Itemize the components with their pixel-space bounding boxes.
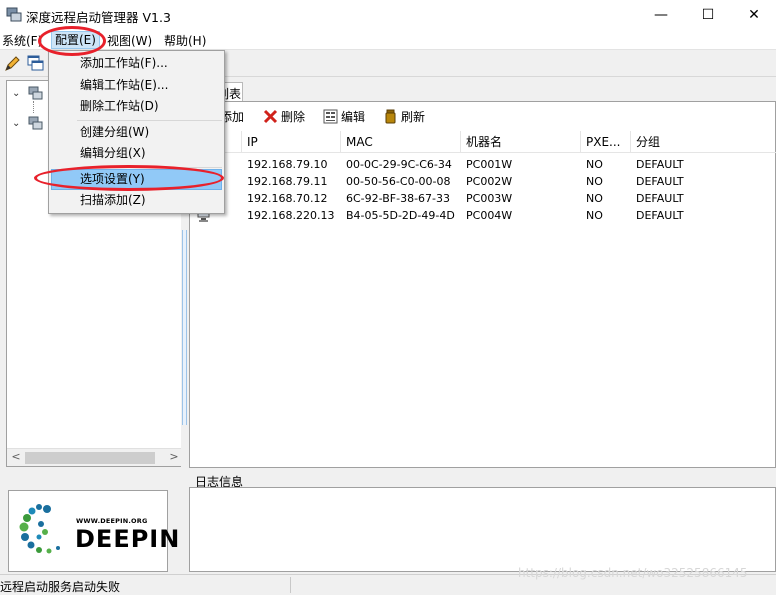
refresh-label: 刷新 (401, 110, 426, 124)
chevron-down-icon[interactable]: ⌄ (12, 118, 24, 130)
table-row[interactable]: 192.168.70.12 6C-92-BF-38-67-33 PC003W N… (190, 190, 776, 207)
title-bar: 深度远程启动管理器 V1.3 — ☐ ✕ (0, 0, 776, 30)
cell-pxe: NO (586, 158, 603, 171)
cell-name: PC002W (466, 175, 513, 188)
table-row[interactable]: 192.168.220.13 B4-05-5D-2D-49-4D PC004W … (190, 207, 776, 224)
menu-item-add-workstation[interactable]: 添加工作站(F)... (80, 53, 168, 74)
table-row[interactable]: 192.168.79.10 00-0C-29-9C-C6-34 PC001W N… (190, 156, 776, 173)
menu-system[interactable]: 系统(F) (2, 32, 42, 49)
menu-item-delete-workstation[interactable]: 删除工作站(D) (80, 96, 159, 117)
edit-form-icon (323, 109, 338, 124)
column-header-ip[interactable]: IP (242, 131, 341, 153)
scrollbar-thumb[interactable] (25, 452, 155, 464)
minimize-button[interactable]: — (638, 0, 684, 30)
cell-name: PC003W (466, 192, 513, 205)
column-header-pxe[interactable]: PXE... (581, 131, 631, 153)
delete-button[interactable]: 删除 (263, 108, 305, 126)
status-text: 远程启动服务启动失败 (0, 580, 121, 594)
cell-group: DEFAULT (636, 209, 684, 222)
splitter-grip[interactable] (182, 230, 187, 425)
cell-pxe: NO (586, 209, 603, 222)
logo-name: DEEPIN (75, 525, 181, 553)
menu-item-scan-add[interactable]: 扫描添加(Z) (80, 190, 146, 211)
cell-group: DEFAULT (636, 192, 684, 205)
menu-item-edit-group[interactable]: 编辑分组(X) (80, 143, 146, 164)
cell-mac: 00-0C-29-9C-C6-34 (346, 158, 452, 171)
edit-label: 编辑 (341, 110, 366, 124)
delete-x-icon (263, 109, 278, 124)
window-title: 深度远程启动管理器 V1.3 (26, 10, 171, 25)
table-row[interactable]: 192.168.79.11 00-50-56-C0-00-08 PC002W N… (190, 173, 776, 190)
list-toolbar: 添加 删除 编辑 刷新 (190, 102, 776, 130)
delete-label: 删除 (281, 110, 306, 124)
refresh-jar-icon (385, 109, 396, 124)
cell-name: PC001W (466, 158, 513, 171)
computer-group-icon[interactable] (27, 85, 43, 101)
cell-ip: 192.168.79.10 (247, 158, 328, 171)
cell-mac: B4-05-5D-2D-49-4D (346, 209, 455, 222)
menu-item-edit-workstation[interactable]: 编辑工作站(E)... (80, 75, 168, 96)
annotation-ring-menu (38, 26, 106, 56)
cell-mac: 00-50-56-C0-00-08 (346, 175, 451, 188)
cell-group: DEFAULT (636, 175, 684, 188)
cell-group: DEFAULT (636, 158, 684, 171)
logo-url: WWW.DEEPIN.ORG (76, 517, 148, 525)
column-header-group[interactable]: 分组 (631, 131, 776, 153)
edit-button[interactable]: 编辑 (323, 108, 365, 126)
chevron-down-icon[interactable]: ⌄ (12, 88, 24, 100)
column-header-name[interactable]: 机器名 (461, 131, 581, 153)
pencil-icon[interactable] (4, 55, 21, 72)
column-header-mac[interactable]: MAC (341, 131, 461, 153)
cell-mac: 6C-92-BF-38-67-33 (346, 192, 450, 205)
cell-ip: 192.168.70.12 (247, 192, 328, 205)
horizontal-scrollbar[interactable]: < > (7, 448, 183, 466)
status-separator (290, 577, 291, 593)
cell-pxe: NO (586, 192, 603, 205)
deepin-logo-dots-icon (19, 504, 60, 554)
cell-ip: 192.168.220.13 (247, 209, 335, 222)
menu-item-create-group[interactable]: 创建分组(W) (80, 122, 149, 143)
menu-view[interactable]: 视图(W) (107, 32, 152, 49)
tree-guide (33, 101, 34, 113)
workstation-list-panel: 添加 删除 编辑 刷新 IP MAC 机器名 PXE... 分组 192.168… (189, 101, 776, 468)
app-icon (6, 7, 22, 22)
windows-icon[interactable] (27, 55, 44, 72)
watermark: https://blog.csdn.net/wo32525866145 (518, 566, 748, 580)
cell-name: PC004W (466, 209, 513, 222)
table-header: IP MAC 机器名 PXE... 分组 (190, 131, 776, 153)
cell-ip: 192.168.79.11 (247, 175, 328, 188)
close-button[interactable]: ✕ (731, 0, 776, 30)
cell-pxe: NO (586, 175, 603, 188)
menu-separator (77, 120, 222, 121)
log-output[interactable] (189, 487, 776, 572)
computer-group-icon[interactable] (27, 115, 43, 131)
menu-help[interactable]: 帮助(H) (164, 32, 206, 49)
maximize-button[interactable]: ☐ (685, 0, 731, 30)
scroll-left-icon[interactable]: < (9, 450, 23, 466)
refresh-button[interactable]: 刷新 (383, 108, 425, 126)
deepin-logo: WWW.DEEPIN.ORG DEEPIN (8, 490, 179, 572)
scroll-right-icon[interactable]: > (167, 450, 181, 466)
menu-bar: 系统(F) 配置(E) 视图(W) 帮助(H) (0, 30, 776, 50)
annotation-ring-option (34, 165, 224, 191)
